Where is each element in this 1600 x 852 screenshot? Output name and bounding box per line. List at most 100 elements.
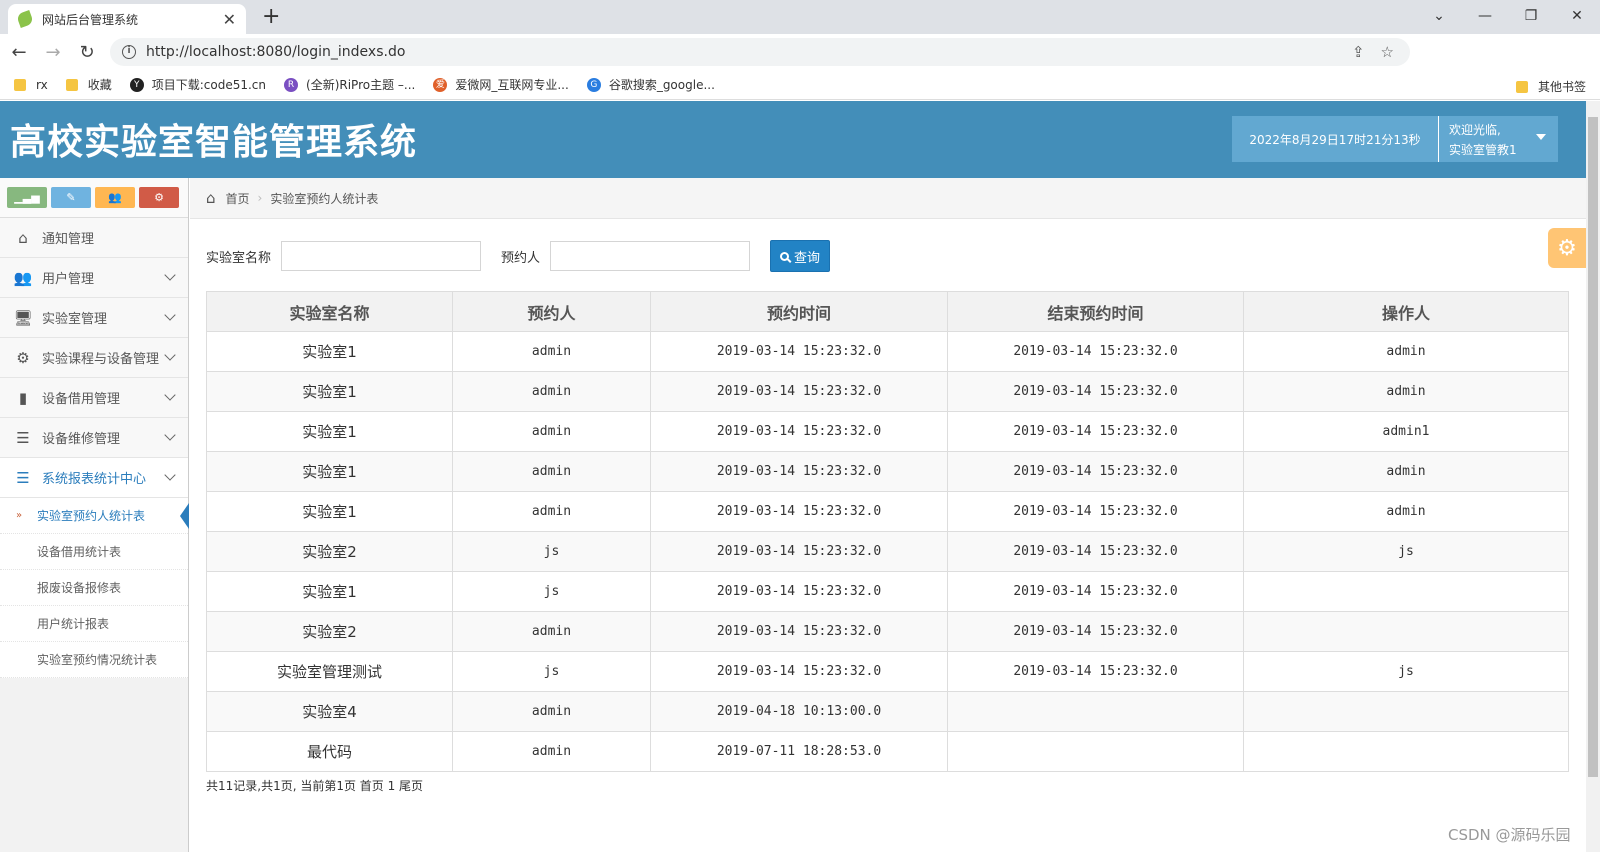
bookmark-item[interactable]: rx [14, 78, 48, 92]
table-cell: 2019-03-14 15:23:32.0 [947, 491, 1244, 532]
breadcrumb-home[interactable]: 首页 [226, 190, 250, 207]
column-header: 预约人 [452, 291, 651, 332]
chevron-down-icon [164, 389, 176, 401]
folder-icon [65, 78, 78, 91]
reload-icon[interactable]: ↻ [72, 42, 102, 63]
subitem-lab-reservation-stats[interactable]: » 实验室预约人统计表 [0, 498, 189, 534]
table-cell: admin [452, 611, 651, 652]
other-bookmarks[interactable]: 其他书签 [1516, 78, 1586, 95]
window-close-icon[interactable]: ✕ [1554, 0, 1600, 32]
table-cell: 2019-03-14 15:23:32.0 [650, 371, 948, 412]
table-row: 实验室2 admin 2019-03-14 15:23:32.0 2019-03-14… [206, 611, 1569, 652]
table-cell: admin [452, 411, 651, 452]
chevron-down-icon [164, 429, 176, 441]
bookmark-item[interactable]: 收藏 [65, 76, 112, 93]
chevron-down-icon [164, 269, 176, 281]
subitem-user-stats[interactable]: 用户统计报表 [0, 606, 188, 642]
user-menu[interactable]: 欢迎光临, 实验室管教1 [1438, 116, 1558, 162]
bookmark-item[interactable]: Y 项目下载:code51.cn [129, 76, 266, 93]
subitem-scrap-repair[interactable]: 报废设备报修表 [0, 570, 188, 606]
column-header: 实验室名称 [206, 291, 453, 332]
table-cell: 2019-03-14 15:23:32.0 [947, 451, 1244, 492]
forward-icon[interactable]: → [38, 42, 68, 63]
table-row: 实验室1 admin 2019-03-14 15:23:32.0 2019-03-14… [206, 451, 1569, 492]
bookmarks-bar: rx 收藏 Y 项目下载:code51.cn R (全新)RiPro主题 –... … [0, 70, 1600, 100]
caret-down-icon [1536, 134, 1546, 140]
users-icon: 👥 [13, 268, 33, 287]
table-cell: 实验室4 [206, 691, 453, 732]
sidebar-item-borrow[interactable]: ▮ 设备借用管理 [0, 378, 188, 418]
table-cell: admin1 [1243, 411, 1569, 452]
tab-title: 网站后台管理系统 [42, 12, 139, 27]
table-cell [1243, 731, 1569, 772]
table-cell: js [452, 651, 651, 692]
table-cell: 实验室1 [206, 451, 453, 492]
home-icon: ⌂ [206, 189, 216, 207]
site-favicon-icon: 爱 [433, 77, 448, 92]
browser-tab[interactable]: 网站后台管理系统 ✕ [8, 4, 246, 34]
sidebar-item-repair[interactable]: ☰ 设备维修管理 [0, 418, 188, 458]
lab-name-input[interactable] [281, 241, 482, 271]
pagination-info: 共11记录,共1页, 当前第1页 首页 1 尾页 [206, 779, 424, 793]
shortcut-pencil-button[interactable]: ✎ [51, 187, 91, 208]
reports-submenu: » 实验室预约人统计表 设备借用统计表 报废设备报修表 用户统计报表 实验室预约… [0, 498, 189, 678]
sidebar-item-notice[interactable]: ⌂ 通知管理 [0, 218, 188, 258]
site-favicon-icon: Y [129, 77, 144, 92]
site-info-icon[interactable]: i [122, 45, 136, 59]
table-cell: admin [452, 731, 651, 772]
scrollbar-thumb[interactable] [1588, 117, 1598, 777]
table-cell: admin [1243, 331, 1569, 372]
active-pointer-icon [180, 503, 189, 529]
share-icon[interactable]: ⇪ [1352, 43, 1365, 61]
table-cell: 实验室1 [206, 571, 453, 612]
cogs-icon: ⚙ [16, 348, 30, 367]
table-cell: admin [452, 371, 651, 412]
table-row: 实验室管理测试 js 2019-03-14 15:23:32.0 2019-03-14… [206, 651, 1569, 692]
table-cell: 2019-03-14 15:23:32.0 [650, 491, 948, 532]
app-header: 高校实验室智能管理系统 2022年8月29日17时21分13秒 欢迎光临, 实验… [0, 101, 1586, 178]
sidebar-item-labs[interactable]: 🖥 实验室管理 [0, 298, 188, 338]
bookmark-star-icon[interactable]: ☆ [1381, 43, 1394, 61]
table-cell: 2019-03-14 15:23:32.0 [947, 531, 1244, 572]
bookmark-item[interactable]: R (全新)RiPro主题 –... [284, 76, 415, 93]
subitem-borrow-stats[interactable]: 设备借用统计表 [0, 534, 188, 570]
column-header: 预约时间 [650, 291, 948, 332]
sidebar-item-users[interactable]: 👥 用户管理 [0, 258, 188, 298]
search-button[interactable]: 查询 [770, 240, 831, 272]
table-cell: 2019-03-14 15:23:32.0 [650, 531, 948, 572]
table-cell: 2019-03-14 15:23:32.0 [650, 331, 948, 372]
bookmark-item[interactable]: 爱爱微网_互联网专业... [433, 76, 569, 93]
shortcut-users-button[interactable]: 👥 [95, 187, 135, 208]
shortcut-signal-button[interactable]: ▁▃▅ [7, 187, 47, 208]
settings-gear-icon[interactable]: ⚙ [1548, 228, 1586, 268]
omnibox[interactable]: i http://localhost:8080/login_indexs.do … [110, 38, 1410, 66]
back-icon[interactable]: ← [4, 42, 34, 63]
url-text[interactable]: http://localhost:8080/login_indexs.do [146, 44, 1352, 60]
sidebar-item-reports[interactable]: ☰ 系统报表统计中心 [0, 458, 188, 498]
table-cell: admin [1243, 491, 1569, 532]
page-scrollbar[interactable] [1586, 101, 1600, 852]
minimize-icon[interactable]: — [1462, 0, 1508, 32]
new-tab-icon[interactable]: + [262, 4, 280, 30]
table-cell [1243, 691, 1569, 732]
tab-search-icon[interactable]: ⌄ [1416, 0, 1462, 32]
list-icon: ☰ [16, 428, 30, 447]
table-cell: 2019-04-18 10:13:00.0 [650, 691, 948, 732]
restore-icon[interactable]: ❐ [1508, 0, 1554, 32]
table-cell: 2019-03-14 15:23:32.0 [947, 651, 1244, 692]
table-cell: 实验室1 [206, 371, 453, 412]
double-angle-right-icon: » [16, 510, 23, 521]
bookmark-item[interactable]: G 谷歌搜索_google... [586, 76, 715, 93]
table-cell [1243, 571, 1569, 612]
reserver-input[interactable] [550, 241, 751, 271]
table-cell: 2019-03-14 15:23:32.0 [947, 571, 1244, 612]
table-cell: js [452, 571, 651, 612]
shortcut-cogs-button[interactable]: ⚙ [139, 187, 179, 208]
table-row: 实验室1 admin 2019-03-14 15:23:32.0 2019-03-14… [206, 491, 1569, 532]
table-cell: 2019-03-14 15:23:32.0 [650, 611, 948, 652]
list-icon: ☰ [16, 468, 30, 487]
subitem-lab-reservation-status[interactable]: 实验室预约情况统计表 [0, 642, 188, 678]
sidebar-item-courses[interactable]: ⚙ 实验课程与设备管理 [0, 338, 188, 378]
lab-name-label: 实验室名称 [206, 250, 272, 266]
close-tab-icon[interactable]: ✕ [223, 10, 236, 29]
